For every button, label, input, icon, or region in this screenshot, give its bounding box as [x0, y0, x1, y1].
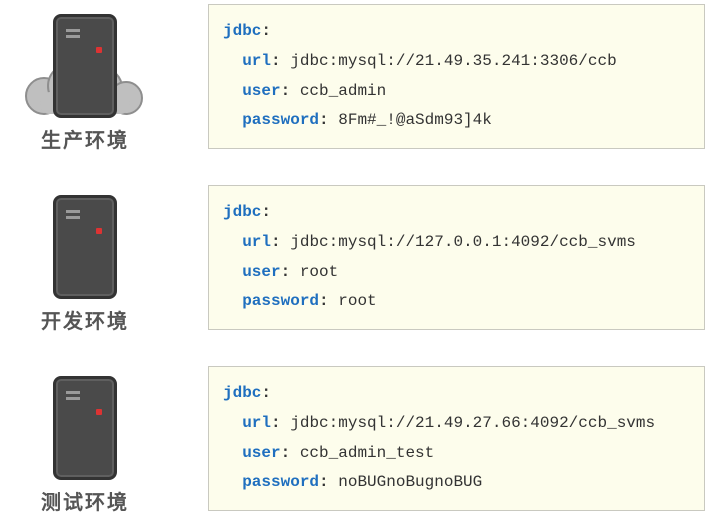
key-jdbc: jdbc	[223, 22, 261, 40]
server-icon	[53, 376, 117, 480]
server-cloud-icon	[20, 0, 150, 118]
env-icon-col-test: 测试环境	[10, 362, 160, 515]
key-password: password	[242, 473, 319, 491]
server-led-icon	[96, 228, 102, 234]
env-label-prod: 生产环境	[41, 124, 129, 153]
key-user: user	[242, 444, 280, 462]
env-row-prod: 生产环境 jdbc: url: jdbc:mysql://21.49.35.24…	[10, 0, 705, 153]
server-led-icon	[96, 409, 102, 415]
key-user: user	[242, 263, 280, 281]
val-url: jdbc:mysql://127.0.0.1:4092/ccb_svms	[290, 233, 636, 251]
val-user: ccb_admin	[300, 82, 386, 100]
server-icon	[53, 195, 117, 299]
key-jdbc: jdbc	[223, 384, 261, 402]
key-url: url	[242, 52, 271, 70]
key-jdbc: jdbc	[223, 203, 261, 221]
val-url: jdbc:mysql://21.49.27.66:4092/ccb_svms	[290, 414, 655, 432]
env-row-dev: 开发环境 jdbc: url: jdbc:mysql://127.0.0.1:4…	[10, 181, 705, 334]
key-url: url	[242, 414, 271, 432]
val-user: root	[300, 263, 338, 281]
env-row-test: 测试环境 jdbc: url: jdbc:mysql://21.49.27.66…	[10, 362, 705, 515]
env-label-test: 测试环境	[41, 486, 129, 515]
key-password: password	[242, 111, 319, 129]
server-led-icon	[96, 47, 102, 53]
env-icon-col-prod: 生产环境	[10, 0, 160, 153]
environments-diagram: 生产环境 jdbc: url: jdbc:mysql://21.49.35.24…	[0, 0, 715, 525]
val-user: ccb_admin_test	[300, 444, 434, 462]
val-url: jdbc:mysql://21.49.35.241:3306/ccb	[290, 52, 616, 70]
env-label-dev: 开发环境	[41, 305, 129, 334]
val-password: root	[338, 292, 376, 310]
server-icon-wrap	[20, 362, 150, 480]
config-code-dev: jdbc: url: jdbc:mysql://127.0.0.1:4092/c…	[208, 185, 705, 329]
val-password: 8Fm#_!@aSdm93]4k	[338, 111, 492, 129]
server-icon-wrap	[20, 181, 150, 299]
key-url: url	[242, 233, 271, 251]
val-password: noBUGnoBugnoBUG	[338, 473, 482, 491]
config-code-test: jdbc: url: jdbc:mysql://21.49.27.66:4092…	[208, 366, 705, 510]
key-user: user	[242, 82, 280, 100]
server-icon	[53, 14, 117, 118]
env-icon-col-dev: 开发环境	[10, 181, 160, 334]
config-code-prod: jdbc: url: jdbc:mysql://21.49.35.241:330…	[208, 4, 705, 148]
key-password: password	[242, 292, 319, 310]
